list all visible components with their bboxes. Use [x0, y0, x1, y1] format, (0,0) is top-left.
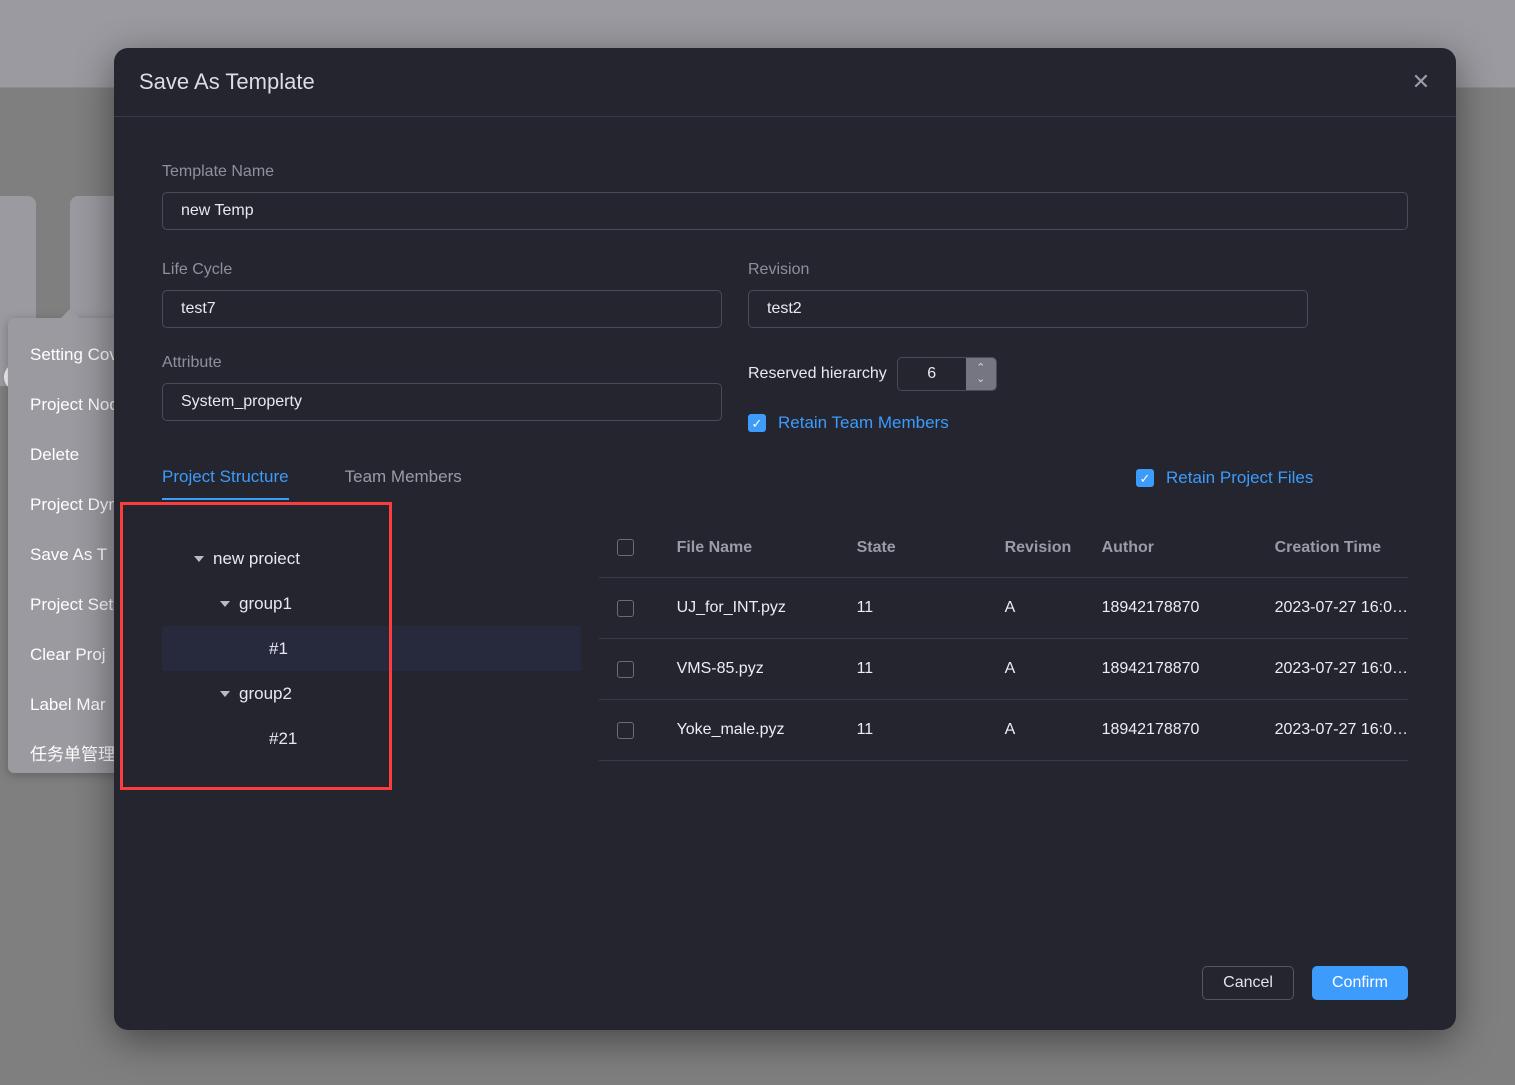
tab-content: new proiect group1 #1 group2 #21 File Na…: [120, 502, 1408, 790]
template-name-label: Template Name: [162, 163, 275, 180]
files-table: File Name State Revision Author Creation…: [598, 512, 1408, 761]
table-header-row: File Name State Revision Author Creation…: [598, 518, 1408, 578]
cell-creation-time: 2023-07-27 16:0…: [1274, 660, 1408, 677]
retain-project-files-label: Retain Project Files: [1166, 468, 1314, 487]
stepper-buttons[interactable]: ⌃ ⌄: [965, 358, 996, 390]
attribute-input[interactable]: System_property: [162, 383, 722, 421]
reserved-hierarchy-group: Reserved hierarchy 6 ⌃ ⌄: [748, 357, 1308, 391]
cell-file-name: UJ_for_INT.pyz: [676, 599, 786, 616]
retain-team-members-checkbox[interactable]: ✓: [748, 414, 766, 432]
revision-label: Revision: [748, 261, 810, 278]
chevron-down-icon[interactable]: [220, 600, 230, 607]
column-header-revision: Revision: [1004, 538, 1072, 556]
cell-creation-time: 2023-07-27 16:0…: [1274, 721, 1408, 738]
tree-node-new-proiect[interactable]: new proiect: [162, 536, 581, 581]
retain-project-files-checkbox[interactable]: ✓: [1136, 469, 1154, 487]
dialog-body: Template Name new Temp Life Cycle test7 …: [114, 163, 1456, 790]
table-row[interactable]: VMS-85.pyz 11 A 18942178870 2023-07-27 1…: [598, 639, 1408, 700]
cell-revision: A: [1004, 660, 1016, 677]
app-topbar: [0, 0, 1515, 36]
row-select-cell: [599, 660, 677, 678]
cell-file-name: Yoke_male.pyz: [676, 721, 785, 738]
tree-node-label: group1: [239, 593, 292, 613]
reserved-hierarchy-label: Reserved hierarchy: [748, 365, 887, 382]
cell-author: 18942178870: [1101, 599, 1200, 616]
cell-revision: A: [1004, 599, 1016, 616]
dialog-footer: Cancel Confirm: [114, 966, 1456, 1030]
cell-file-name: VMS-85.pyz: [676, 660, 764, 677]
reserved-hierarchy-value[interactable]: 6: [898, 358, 966, 390]
cell-state: 11: [856, 599, 874, 616]
row-checkbox[interactable]: [616, 599, 634, 617]
revision-input[interactable]: test2: [748, 290, 1308, 328]
column-header-file-name: File Name: [676, 538, 753, 556]
screen: ••• Setting Cov Project Nod Delete Proje…: [0, 0, 1515, 1085]
dialog-title: Save As Template: [139, 69, 315, 94]
column-header-state: State: [856, 538, 896, 556]
tree-node-label: #21: [269, 728, 298, 748]
column-header-creation-time: Creation Time: [1274, 538, 1381, 556]
dialog-header: Save As Template ✕: [114, 48, 1456, 117]
tree-node-item-21[interactable]: #21: [162, 716, 581, 761]
life-cycle-label: Life Cycle: [162, 261, 233, 278]
confirm-button[interactable]: Confirm: [1311, 966, 1408, 1000]
table-row[interactable]: Yoke_male.pyz 11 A 18942178870 2023-07-2…: [598, 700, 1408, 761]
column-header-author: Author: [1101, 538, 1154, 556]
attribute-label: Attribute: [162, 354, 222, 371]
tab-project-structure[interactable]: Project Structure: [162, 467, 289, 500]
tab-team-members[interactable]: Team Members: [345, 467, 462, 500]
table-row[interactable]: UJ_for_INT.pyz 11 A 18942178870 2023-07-…: [598, 578, 1408, 639]
row-select-cell: [599, 599, 677, 617]
project-structure-tree: new proiect group1 #1 group2 #21: [120, 502, 581, 790]
cell-author: 18942178870: [1101, 721, 1200, 738]
life-cycle-input[interactable]: test7: [162, 290, 722, 328]
chevron-down-icon[interactable]: ⌄: [976, 374, 985, 385]
tree-node-label: new proiect: [213, 548, 300, 568]
tree-node-item-1[interactable]: #1: [162, 626, 581, 671]
tree-node-label: group2: [239, 683, 292, 703]
reserved-hierarchy-stepper[interactable]: 6 ⌃ ⌄: [896, 357, 997, 391]
chevron-down-icon[interactable]: [220, 690, 230, 697]
lifecycle-column: Life Cycle test7 Attribute System_proper…: [162, 261, 722, 433]
revision-column: Revision test2 Reserved hierarchy 6 ⌃ ⌄: [748, 261, 1308, 433]
cell-creation-time: 2023-07-27 16:0…: [1274, 599, 1408, 616]
tree-node-group2[interactable]: group2: [162, 671, 581, 716]
cell-author: 18942178870: [1101, 660, 1200, 677]
close-icon[interactable]: ✕: [1408, 69, 1434, 95]
cell-revision: A: [1004, 721, 1016, 738]
row-checkbox[interactable]: [616, 660, 634, 678]
cancel-button[interactable]: Cancel: [1202, 966, 1294, 1000]
tree-node-group1[interactable]: group1: [162, 581, 581, 626]
row-checkbox[interactable]: [616, 721, 634, 739]
retain-project-files-row[interactable]: ✓ Retain Project Files: [1136, 468, 1313, 488]
select-all-cell: [599, 539, 677, 556]
template-name-field-group: Template Name new Temp: [162, 163, 1408, 230]
cell-state: 11: [856, 721, 874, 738]
row-select-cell: [599, 721, 677, 739]
retain-team-members-label: Retain Team Members: [778, 413, 949, 432]
save-as-template-dialog: Save As Template ✕ Template Name new Tem…: [114, 48, 1456, 1030]
cell-state: 11: [856, 660, 874, 677]
tree-node-label: #1: [269, 638, 288, 658]
lifecycle-revision-row: Life Cycle test7 Attribute System_proper…: [162, 261, 1408, 433]
retain-team-members-row[interactable]: ✓ Retain Team Members: [748, 413, 1308, 433]
select-all-checkbox[interactable]: [616, 539, 634, 556]
template-name-input[interactable]: new Temp: [162, 192, 1408, 230]
chevron-down-icon[interactable]: [194, 555, 204, 562]
attribute-field-group: Attribute System_property: [162, 354, 722, 421]
